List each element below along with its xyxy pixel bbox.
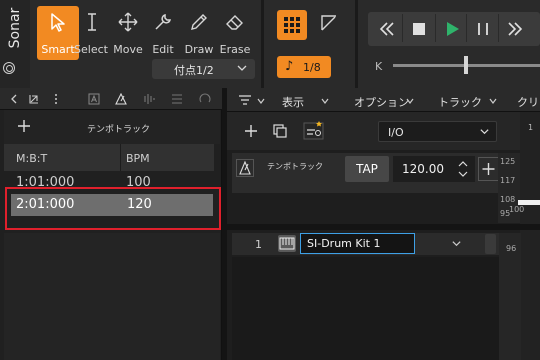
- menu-track[interactable]: トラック: [438, 94, 482, 110]
- rewind-icon[interactable]: [372, 14, 402, 44]
- curve-snap-icon[interactable]: [320, 14, 338, 32]
- chevron-down-icon[interactable]: [488, 96, 498, 106]
- eighth-note-icon: ♪: [285, 59, 294, 74]
- menu-icon[interactable]: [238, 94, 252, 106]
- snap-resolution-value: 付点1/2: [174, 64, 214, 77]
- timeline-area[interactable]: [520, 112, 540, 360]
- chevron-down-icon: [480, 129, 489, 135]
- tap-tempo-button[interactable]: TAP: [345, 156, 389, 182]
- tracks-divider: [227, 224, 540, 230]
- transport-divider: [402, 14, 403, 42]
- play-icon[interactable]: [437, 14, 467, 44]
- toolbar-divider: [261, 0, 264, 88]
- bars-icon[interactable]: [143, 93, 155, 105]
- snap-grid-button[interactable]: [277, 10, 307, 40]
- metronome-icon[interactable]: [236, 159, 254, 177]
- select-tool-button[interactable]: Select: [71, 6, 111, 60]
- transport-divider: [498, 14, 499, 42]
- tap-label: TAP: [356, 162, 378, 176]
- toolbar-divider: [355, 0, 358, 88]
- fast-forward-icon[interactable]: [500, 14, 530, 44]
- track-number: 1: [255, 238, 262, 251]
- chevron-down-icon[interactable]: [451, 238, 462, 249]
- select-tool-label: Select: [74, 43, 108, 56]
- tempo-scale-label: 100: [509, 205, 525, 214]
- sonar-logo-icon: [3, 62, 15, 74]
- erase-tool-label: Erase: [219, 43, 251, 56]
- smart-arrow-icon: [51, 13, 65, 32]
- chevron-down-icon[interactable]: [320, 96, 330, 106]
- erase-tool-button[interactable]: Erase: [214, 6, 256, 60]
- tempo-scale-label: 108: [500, 195, 516, 204]
- tempo-scale-label: 95: [500, 209, 511, 218]
- menu-options[interactable]: オプション: [354, 94, 409, 110]
- io-select[interactable]: I/O: [378, 121, 497, 142]
- chevron-left-icon[interactable]: [8, 93, 20, 105]
- brand-name: Sonar: [7, 7, 23, 49]
- list-icon[interactable]: [171, 93, 183, 105]
- chevron-down-icon[interactable]: [405, 96, 415, 106]
- annotation-highlight-box: [5, 187, 221, 230]
- duplicate-icon[interactable]: [272, 123, 288, 139]
- add-track-icon[interactable]: [244, 124, 258, 138]
- column-divider: [120, 144, 121, 171]
- tempo-scale-label: 117: [500, 176, 516, 185]
- wrench-icon: [155, 13, 172, 30]
- io-select-value: I/O: [388, 126, 404, 139]
- chevron-down-icon: [237, 65, 247, 71]
- scrub-handle[interactable]: [464, 56, 468, 74]
- tempo-list-empty-area: [4, 233, 220, 360]
- track-name-input[interactable]: SI-Drum Kit 1: [300, 233, 415, 254]
- tempo-value: 120.00: [402, 162, 444, 176]
- tempo-value-field[interactable]: 120.00: [393, 156, 475, 182]
- grid-icon: [284, 17, 300, 33]
- move-arrows-icon: [118, 12, 138, 32]
- transport-divider: [466, 14, 467, 42]
- tempo-track-name: テンポトラック: [267, 162, 323, 171]
- column-header-bpm[interactable]: BPM: [126, 152, 150, 165]
- track-meter: [485, 234, 496, 254]
- add-tempo-change-icon[interactable]: [478, 157, 499, 181]
- menu-clip[interactable]: クリッ: [517, 94, 540, 110]
- keyboard-icon[interactable]: [278, 235, 296, 252]
- text-a-icon[interactable]: [88, 93, 100, 105]
- eraser-icon: [226, 15, 243, 30]
- spinner-icon[interactable]: [457, 158, 469, 180]
- transport-divider: [435, 14, 436, 42]
- gauge-icon[interactable]: [199, 93, 211, 105]
- column-header-mbt[interactable]: M:B:T: [16, 152, 47, 165]
- snap-resolution-select[interactable]: 付点1/2: [152, 59, 255, 79]
- pause-icon[interactable]: [468, 14, 498, 44]
- metronome-icon[interactable]: [115, 93, 127, 105]
- menu-view[interactable]: 表示: [282, 94, 304, 110]
- tempo-scale-label: 125: [500, 157, 516, 166]
- export-icon[interactable]: [28, 93, 40, 105]
- track-name-value: SI-Drum Kit 1: [307, 237, 381, 250]
- track-empty-area: [232, 257, 499, 360]
- note-duration-button[interactable]: ♪ 1/8: [277, 56, 331, 78]
- track-filter-icon[interactable]: [303, 119, 325, 141]
- track-scale-label: 96: [506, 244, 517, 253]
- stop-icon[interactable]: [404, 14, 434, 44]
- more-vertical-icon[interactable]: [50, 93, 62, 105]
- note-duration-value: 1/8: [303, 61, 321, 74]
- add-tempo-icon[interactable]: [17, 119, 31, 133]
- chevron-down-icon[interactable]: [256, 96, 266, 106]
- scrub-start-label: K: [375, 60, 383, 73]
- tempo-list-title: テンポトラック: [87, 125, 151, 135]
- pencil-icon: [191, 14, 207, 30]
- text-cursor-icon: [88, 13, 96, 31]
- ruler-bar-number: 1: [528, 123, 534, 132]
- brand-strip: Sonar: [0, 0, 30, 88]
